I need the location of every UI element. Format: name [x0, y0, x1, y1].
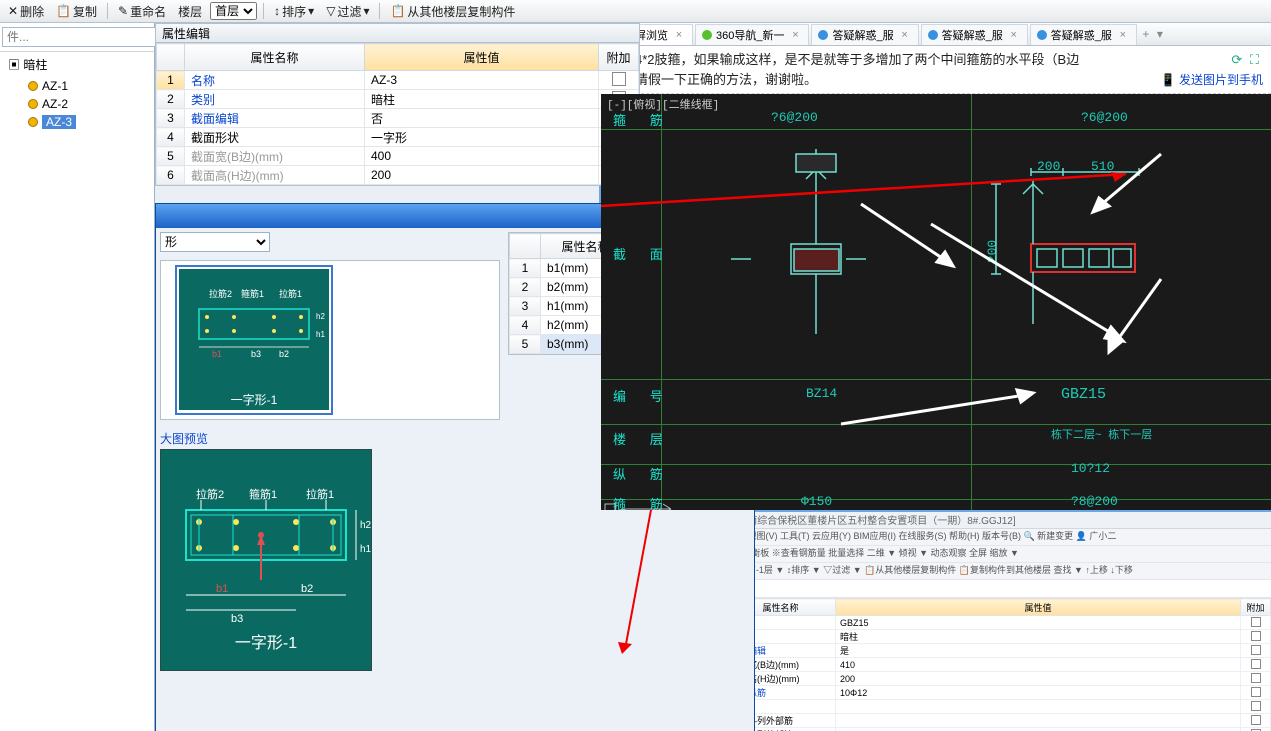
tab-favicon — [1037, 30, 1047, 40]
svg-text:b3: b3 — [231, 613, 243, 625]
svg-text:箍筋1: 箍筋1 — [249, 487, 277, 501]
property-row[interactable]: 6截面高(H边)(mm)200 — [157, 166, 639, 185]
svg-text:h1: h1 — [316, 330, 325, 339]
thumb-caption: 一字形-1 — [179, 389, 329, 410]
property-row[interactable]: 1名称AZ-3 — [157, 71, 639, 90]
mini-property-row[interactable]: 5截面高(H边)(mm)200 — [707, 672, 1271, 686]
tab-favicon — [818, 30, 828, 40]
mini-property-row[interactable]: 4截面宽(B边)(mm)410 — [707, 658, 1271, 672]
col-value: 属性值 — [365, 44, 599, 71]
svg-text:h1: h1 — [360, 544, 371, 555]
tree-item[interactable]: AZ-1 — [8, 77, 150, 95]
tab-favicon — [928, 30, 938, 40]
browser-tab[interactable]: 答疑解惑_服× — [1030, 24, 1137, 45]
col-name: 属性名称 — [185, 44, 365, 71]
svg-text:拉筋2: 拉筋2 — [196, 487, 224, 501]
tree-item[interactable]: AZ-3 — [8, 113, 150, 131]
tree-root[interactable]: ▣ 暗柱 — [8, 56, 150, 73]
floor-label: 楼层 — [174, 2, 206, 21]
tab-menu-button[interactable]: ▾ — [1153, 27, 1167, 41]
expand-icon[interactable]: ⛶ — [1250, 52, 1259, 67]
tab-close-icon[interactable]: × — [672, 29, 686, 41]
tab-close-icon[interactable]: × — [898, 29, 912, 41]
delete-button[interactable]: ✕ 删除 — [4, 2, 48, 21]
col-extra: 附加 — [599, 44, 639, 71]
left-tree-pane: 🔍 ▣ 暗柱 AZ-1AZ-2AZ-3 — [0, 23, 155, 731]
svg-text:拉筋1: 拉筋1 — [306, 487, 334, 501]
property-row[interactable]: 5截面宽(B边)(mm)400 — [157, 147, 639, 166]
svg-text:b1: b1 — [216, 583, 228, 595]
component-tree: ▣ 暗柱 AZ-1AZ-2AZ-3 — [0, 52, 154, 131]
svg-text:b1: b1 — [212, 349, 222, 359]
browser-tab[interactable]: 答疑解惑_服× — [811, 24, 918, 45]
property-panel: 属性编辑 属性名称 属性值 附加 1名称AZ-32类别暗柱3截面编辑否4截面形状… — [155, 23, 640, 186]
property-row[interactable]: 2类别暗柱 — [157, 90, 639, 109]
property-row[interactable]: 3截面编辑否 — [157, 109, 639, 128]
shape-thumb[interactable]: 拉筋2 箍筋1 拉筋1 b1 b3 b2 h2 h1 一字形-1 — [175, 265, 333, 415]
svg-text:b2: b2 — [279, 349, 289, 359]
search-input[interactable] — [2, 27, 167, 47]
svg-text:箍筋1: 箍筋1 — [241, 288, 264, 299]
cad-drawing[interactable]: [-][俯视][二维线框] 箍 筋 截 面 编 号 楼 层 纵 筋 箍 筋 ?6… — [601, 94, 1271, 510]
mini-property-row[interactable]: 6全部纵筋10Φ12 — [707, 686, 1271, 700]
mini-property-grid[interactable]: 属性编辑 属性名称属性值附加 1名称GBZ152类别暗柱3截面编辑是4截面宽(B… — [706, 580, 1271, 731]
sort-button[interactable]: ↕ 排序 ▾ — [270, 2, 318, 21]
mini-property-row[interactable]: 8其他—列外部筋 — [707, 714, 1271, 728]
top-toolbar: ✕ 删除 📋 复制 ✎ 重命名 楼层 首层 ↕ 排序 ▾ ▽ 过滤 ▾ 📋 从其… — [0, 0, 1271, 23]
tab-favicon — [702, 30, 712, 40]
large-preview: 拉筋2 箍筋1 拉筋1 b1 b2 b3 h2 h1 一字形-1 — [160, 449, 372, 671]
browser-tab[interactable]: 360导航_新一× — [695, 24, 809, 45]
mini-property-row[interactable]: 9其他—列外部筋 — [707, 728, 1271, 731]
mini-property-row[interactable]: 2类别暗柱 — [707, 630, 1271, 644]
svg-text:b3: b3 — [251, 349, 261, 359]
preview-label: 大图预览 — [160, 430, 500, 447]
filter-button[interactable]: ▽ 过滤 ▾ — [322, 2, 373, 21]
mini-property-row[interactable]: 3截面编辑是 — [707, 644, 1271, 658]
floor-select[interactable]: 首层 — [210, 2, 257, 20]
svg-text:h2: h2 — [316, 312, 325, 321]
mini-property-row[interactable]: 1名称GBZ15 — [707, 616, 1271, 630]
svg-text:一字形-1: 一字形-1 — [235, 634, 297, 652]
tab-close-icon[interactable]: × — [1007, 29, 1021, 41]
property-row[interactable]: 4截面形状一字形 — [157, 128, 639, 147]
tree-item[interactable]: AZ-2 — [8, 95, 150, 113]
svg-text:b2: b2 — [301, 583, 313, 595]
panel-title: 属性编辑 — [155, 23, 640, 43]
browser-tab[interactable]: 答疑解惑_服× — [921, 24, 1028, 45]
svg-text:h2: h2 — [360, 520, 371, 531]
tab-close-icon[interactable]: × — [788, 29, 802, 41]
refresh-icon[interactable]: ⟳ — [1231, 52, 1242, 67]
tab-close-icon[interactable]: × — [1116, 29, 1130, 41]
shape-select[interactable]: 形 — [160, 232, 270, 252]
new-tab-button[interactable]: + — [1139, 27, 1153, 41]
rename-button[interactable]: ✎ 重命名 — [114, 2, 170, 21]
svg-text:拉筋1: 拉筋1 — [279, 288, 302, 299]
svg-text:拉筋2: 拉筋2 — [209, 288, 232, 299]
copy-from-button[interactable]: 📋 从其他楼层复制构件 — [386, 2, 519, 21]
tab-bar: 跨屏浏览×360导航_新一×答疑解惑_服×答疑解惑_服×答疑解惑_服× + ▾ — [601, 23, 1271, 46]
copy-button[interactable]: 📋 复制 — [52, 2, 101, 21]
send-to-phone-link[interactable]: 📱 发送图片到手机 — [1161, 73, 1263, 87]
thumb-list: 拉筋2 箍筋1 拉筋1 b1 b3 b2 h2 h1 一字形-1 — [160, 260, 500, 420]
mini-property-row[interactable]: 7拉筋 — [707, 700, 1271, 714]
question-text: 输入4*2肢箍，如果输成这样，是不是就等于多增加了两个中间箍筋的水平段（B边 不… — [601, 46, 1271, 94]
